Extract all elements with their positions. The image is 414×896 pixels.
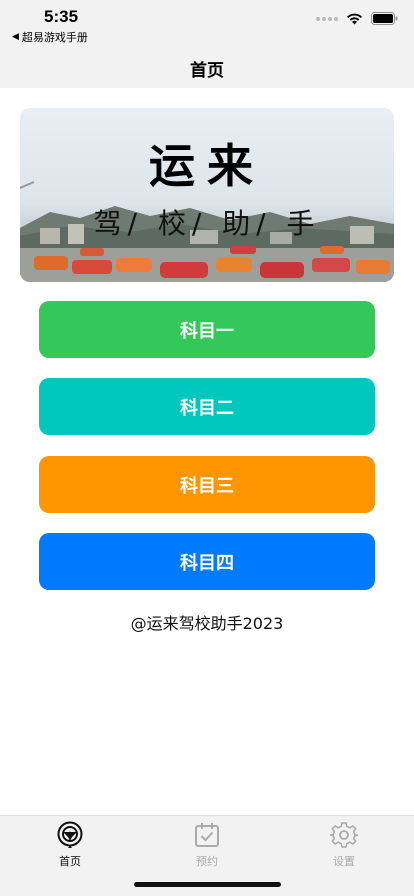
banner-subtitle: 驾/ 校/ 助/ 手 (93, 207, 321, 240)
banner-title: 运来 (149, 139, 265, 193)
tab-booking-label: 预约 (196, 855, 218, 868)
steering-wheel-icon (57, 821, 83, 848)
wifi-icon (347, 13, 362, 24)
tab-booking[interactable]: 预约 (167, 821, 247, 873)
back-caret-icon: ◀ (12, 32, 19, 42)
tab-settings-label: 设置 (333, 855, 355, 868)
gear-icon (330, 822, 358, 848)
battery-icon (371, 12, 398, 25)
nav-bar: 首页 (0, 48, 414, 88)
back-app-label: 超易游戏手册 (21, 31, 88, 44)
page-title: 首页 (190, 60, 224, 81)
tab-settings[interactable]: 设置 (304, 821, 384, 873)
subject-four-button[interactable]: 科目四 (39, 533, 375, 590)
status-indicators (316, 12, 398, 25)
subject-one-button[interactable]: 科目一 (39, 301, 375, 358)
calendar-check-icon (195, 823, 219, 847)
tab-home[interactable]: 首页 (30, 821, 110, 873)
back-to-app-link[interactable]: ◀ 超易游戏手册 (12, 29, 88, 45)
tab-home-label: 首页 (59, 855, 81, 868)
footer-credit: @运来驾校助手2023 (130, 614, 284, 633)
subject-two-button[interactable]: 科目二 (39, 378, 375, 435)
home-indicator[interactable] (134, 882, 281, 887)
cellular-signal-icon (316, 16, 338, 21)
subject-three-button[interactable]: 科目三 (39, 456, 375, 513)
status-bar: 5:35 ◀ 超易游戏手册 (0, 0, 414, 48)
banner-image: 运来 驾/ 校/ 助/ 手 (20, 108, 394, 282)
status-time: 5:35 (44, 7, 79, 26)
